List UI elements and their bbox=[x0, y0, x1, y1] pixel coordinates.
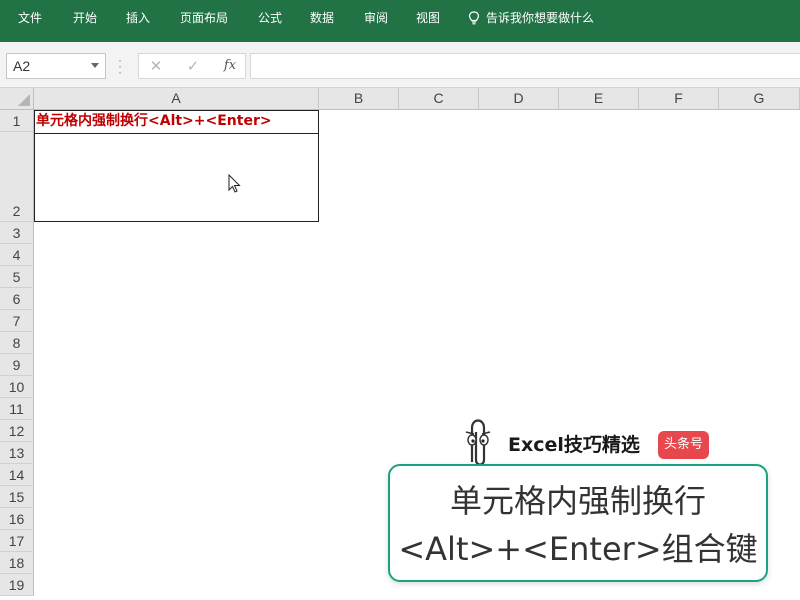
tab-file[interactable]: 文件 bbox=[18, 0, 42, 36]
row-header-19[interactable]: 19 bbox=[0, 574, 34, 596]
tab-home[interactable]: 开始 bbox=[73, 0, 97, 36]
row-header-16[interactable]: 16 bbox=[0, 508, 34, 530]
row-number: 3 bbox=[12, 225, 21, 241]
tab-insert[interactable]: 插入 bbox=[126, 0, 150, 36]
column-header-g[interactable]: G bbox=[719, 88, 800, 110]
row-number: 7 bbox=[12, 313, 21, 329]
row-header-2[interactable]: 2 bbox=[0, 132, 34, 222]
row-number: 12 bbox=[8, 423, 25, 439]
insert-function-icon[interactable]: fx bbox=[219, 54, 241, 78]
tell-me-label: 告诉我你想要做什么 bbox=[486, 11, 595, 25]
caption-box: 单元格内强制换行 <Alt>+<Enter>组合键 bbox=[388, 464, 768, 582]
row-header-1[interactable]: 1 bbox=[0, 110, 34, 132]
row-header-13[interactable]: 13 bbox=[0, 442, 34, 464]
row-header-7[interactable]: 7 bbox=[0, 310, 34, 332]
chevron-down-icon[interactable] bbox=[91, 63, 99, 68]
row-header-10[interactable]: 10 bbox=[0, 376, 34, 398]
row-number: 9 bbox=[12, 357, 21, 373]
row-header-6[interactable]: 6 bbox=[0, 288, 34, 310]
row-header-17[interactable]: 17 bbox=[0, 530, 34, 552]
caption-line-2: <Alt>+<Enter>组合键 bbox=[398, 530, 758, 568]
watermark-badge: 头条号 bbox=[658, 431, 710, 459]
row-number: 5 bbox=[12, 269, 21, 285]
row-number: 4 bbox=[12, 247, 21, 263]
column-header-e[interactable]: E bbox=[559, 88, 639, 110]
drag-handle-icon[interactable]: · · · bbox=[118, 55, 122, 79]
row-header-15[interactable]: 15 bbox=[0, 486, 34, 508]
watermark: Excel技巧精选 头条号 bbox=[452, 410, 722, 470]
select-all-triangle-icon bbox=[18, 94, 30, 106]
row-number: 17 bbox=[8, 533, 25, 549]
tell-me-box[interactable]: 告诉我你想要做什么 bbox=[468, 0, 594, 36]
row-number: 8 bbox=[12, 335, 21, 351]
select-all-button[interactable] bbox=[0, 88, 34, 110]
row-header-3[interactable]: 3 bbox=[0, 222, 34, 244]
row-number: 18 bbox=[8, 555, 25, 571]
row-number: 6 bbox=[12, 291, 21, 307]
tab-data[interactable]: 数据 bbox=[310, 0, 334, 36]
formula-input[interactable] bbox=[250, 53, 800, 79]
row-number: 15 bbox=[8, 489, 25, 505]
column-header-f[interactable]: F bbox=[639, 88, 719, 110]
cell-divider bbox=[35, 133, 318, 134]
tab-review[interactable]: 审阅 bbox=[364, 0, 388, 36]
tab-formulas[interactable]: 公式 bbox=[258, 0, 282, 36]
row-number: 2 bbox=[12, 203, 21, 219]
formula-buttons: ✕ ✓ fx bbox=[138, 53, 246, 79]
row-number: 19 bbox=[8, 577, 25, 593]
row-number: 13 bbox=[8, 445, 25, 461]
name-box-value: A2 bbox=[13, 58, 31, 74]
row-number: 14 bbox=[8, 467, 25, 483]
name-box[interactable]: A2 bbox=[6, 53, 106, 79]
row-header-8[interactable]: 8 bbox=[0, 332, 34, 354]
lightbulb-icon bbox=[468, 11, 480, 25]
row-header-11[interactable]: 11 bbox=[0, 398, 34, 420]
mouse-pointer-icon bbox=[228, 174, 241, 193]
formula-bar-area: A2 · · · ✕ ✓ fx bbox=[0, 42, 800, 88]
column-header-d[interactable]: D bbox=[479, 88, 559, 110]
ribbon: 文件 开始 插入 页面布局 公式 数据 审阅 视图 告诉我你想要做什么 bbox=[0, 0, 800, 42]
cancel-icon[interactable]: ✕ bbox=[145, 54, 167, 78]
row-header-18[interactable]: 18 bbox=[0, 552, 34, 574]
enter-icon[interactable]: ✓ bbox=[182, 54, 204, 78]
column-header-b[interactable]: B bbox=[319, 88, 399, 110]
column-header-a[interactable]: A bbox=[34, 88, 319, 110]
column-header-c[interactable]: C bbox=[399, 88, 479, 110]
paperclip-mascot-icon bbox=[454, 419, 502, 470]
row-number: 16 bbox=[8, 511, 25, 527]
tab-view[interactable]: 视图 bbox=[416, 0, 440, 36]
cell-a1[interactable]: 单元格内强制换行<Alt>+<Enter> bbox=[36, 110, 272, 132]
row-header-14[interactable]: 14 bbox=[0, 464, 34, 486]
row-header-12[interactable]: 12 bbox=[0, 420, 34, 442]
row-number: 11 bbox=[9, 401, 24, 417]
watermark-title: Excel技巧精选 bbox=[508, 434, 640, 456]
row-number: 1 bbox=[12, 113, 21, 129]
caption-line-1: 单元格内强制换行 bbox=[449, 482, 706, 520]
row-header-9[interactable]: 9 bbox=[0, 354, 34, 376]
row-number: 10 bbox=[8, 379, 25, 395]
tab-page-layout[interactable]: 页面布局 bbox=[180, 0, 228, 36]
row-header-5[interactable]: 5 bbox=[0, 266, 34, 288]
row-header-4[interactable]: 4 bbox=[0, 244, 34, 266]
